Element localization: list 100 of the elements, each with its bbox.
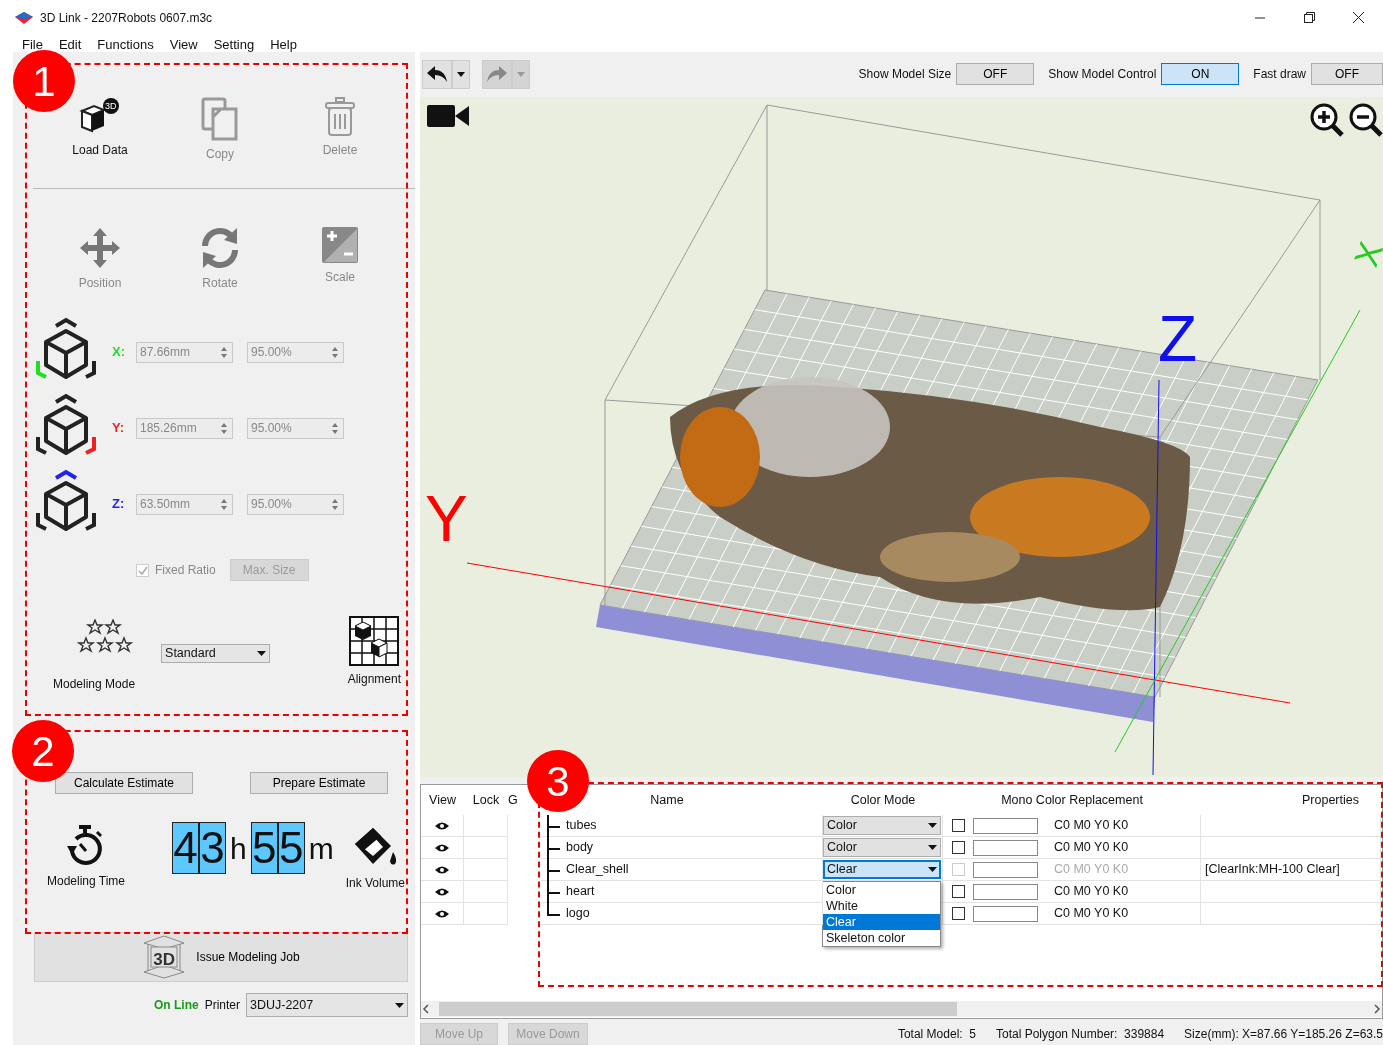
checkbox[interactable] bbox=[952, 841, 965, 855]
grid-cubes-icon bbox=[349, 616, 400, 666]
toggle-label: Fast draw bbox=[1253, 66, 1306, 84]
color-mode-dropdown[interactable]: Color bbox=[823, 838, 941, 858]
video-camera-icon[interactable] bbox=[427, 102, 469, 129]
eye-icon[interactable] bbox=[435, 821, 449, 830]
time-label: Modeling Time bbox=[46, 873, 125, 890]
object-name: heart bbox=[566, 883, 595, 901]
printer-dropdown[interactable]: 3DUJ-2207 bbox=[246, 993, 408, 1017]
cube-icon bbox=[34, 317, 98, 381]
caret-icon bbox=[928, 845, 937, 851]
undo-menu-button[interactable] bbox=[452, 59, 470, 89]
cube-icon bbox=[34, 469, 98, 533]
menu-item[interactable]: Help bbox=[262, 35, 305, 52]
digit-display: 5 bbox=[277, 822, 305, 874]
printer-cube-icon bbox=[142, 935, 187, 979]
scale-icon bbox=[321, 226, 359, 264]
issue-button[interactable]: 3D Issue Modeling Job bbox=[34, 932, 408, 982]
axis-label: Y bbox=[425, 486, 468, 551]
color-swatch[interactable] bbox=[973, 861, 1038, 878]
undo-button[interactable] bbox=[422, 59, 452, 89]
color-swatch[interactable] bbox=[973, 883, 1038, 900]
zoom-in-icon[interactable] bbox=[1310, 102, 1344, 137]
checkbox[interactable] bbox=[952, 819, 965, 833]
mode-label: Modeling Mode bbox=[53, 676, 136, 693]
scroll-right-icon[interactable] bbox=[1372, 1004, 1382, 1014]
axis-label: X bbox=[1348, 237, 1383, 271]
menu-item[interactable]: File bbox=[14, 35, 51, 52]
caret-icon bbox=[257, 651, 267, 656]
dropdown-option[interactable]: Clear bbox=[823, 914, 940, 931]
toggle-label: Show Model Control bbox=[1048, 66, 1157, 84]
eye-icon[interactable] bbox=[435, 843, 449, 852]
scroll-left-icon[interactable] bbox=[421, 1004, 431, 1014]
checkbox-label: Fixed Ratio bbox=[155, 562, 216, 579]
cmyk-value: C0 M0 Y0 K0 bbox=[1054, 839, 1129, 857]
color-swatch[interactable] bbox=[973, 817, 1038, 834]
color-swatch[interactable] bbox=[973, 905, 1038, 922]
color-swatch[interactable] bbox=[973, 839, 1038, 856]
estimate-button[interactable]: Calculate Estimate bbox=[55, 772, 193, 794]
scrollbar-thumb[interactable] bbox=[439, 1002, 957, 1016]
dropdown-option[interactable]: Color bbox=[823, 882, 940, 899]
checkbox[interactable] bbox=[952, 885, 965, 899]
status-text: Total Model: 5 bbox=[897, 1026, 976, 1043]
status-text: Size(mm): X=87.66 Y=185.26 Z=63.5 bbox=[1184, 1026, 1383, 1043]
restore-icon[interactable] bbox=[1304, 12, 1315, 23]
caret-icon bbox=[517, 71, 525, 77]
object-name: body bbox=[566, 839, 594, 857]
object-name: tubes bbox=[566, 817, 597, 835]
caret-icon bbox=[457, 71, 465, 77]
toggle-button[interactable]: OFF bbox=[1311, 63, 1383, 86]
menu-item[interactable]: Setting bbox=[205, 35, 263, 52]
zoom-out-icon[interactable] bbox=[1349, 102, 1383, 137]
icon-text: 3D bbox=[153, 949, 176, 971]
menu-item[interactable]: Edit bbox=[50, 35, 90, 52]
menu-item[interactable]: View bbox=[161, 35, 206, 52]
printer-label: Printer bbox=[204, 997, 240, 1014]
eye-icon[interactable] bbox=[435, 909, 449, 918]
column-header[interactable]: Lock bbox=[472, 790, 500, 810]
stars-icon bbox=[77, 619, 133, 655]
copy-icon bbox=[200, 97, 240, 141]
cmyk-value: C0 M0 Y0 K0 bbox=[1054, 861, 1129, 879]
column-header[interactable]: G bbox=[508, 790, 518, 810]
column-header[interactable]: Color Mode bbox=[850, 790, 916, 810]
checkbox[interactable] bbox=[952, 907, 965, 921]
digit-display: 4 bbox=[172, 822, 199, 874]
column-header[interactable]: View bbox=[429, 790, 456, 810]
estimate-button[interactable]: Prepare Estimate bbox=[250, 772, 388, 794]
object-name: logo bbox=[566, 905, 590, 923]
object-name: Clear_shell bbox=[566, 861, 629, 879]
column-header[interactable]: Properties bbox=[1302, 790, 1359, 810]
trash-icon bbox=[324, 97, 356, 137]
mode-dropdown[interactable]: Standard bbox=[161, 644, 271, 663]
ink-label: Ink Volume bbox=[345, 875, 405, 892]
menu-item[interactable]: Functions bbox=[89, 35, 162, 52]
cmyk-value: C0 M0 Y0 K0 bbox=[1054, 817, 1129, 835]
alignment-button[interactable]: Alignment bbox=[347, 616, 401, 699]
time-unit: m bbox=[308, 830, 334, 867]
eye-icon[interactable] bbox=[435, 887, 449, 896]
axis-label: X: bbox=[112, 343, 126, 362]
window-title: 3D Link - 2207Robots 0607.m3c bbox=[40, 9, 213, 27]
color-mode-dropdown[interactable]: Color bbox=[823, 816, 941, 836]
caret-icon bbox=[928, 823, 937, 829]
app-logo-icon bbox=[15, 11, 33, 24]
dropdown-option[interactable]: White bbox=[823, 898, 940, 915]
check-icon bbox=[137, 564, 148, 576]
toggle-button[interactable]: ON bbox=[1161, 63, 1240, 86]
status-text: Total Polygon Number: 339884 bbox=[996, 1026, 1165, 1043]
digit-display: 3 bbox=[199, 822, 226, 874]
column-header[interactable]: Name bbox=[650, 790, 684, 810]
close-icon[interactable] bbox=[1353, 12, 1364, 23]
table-cell: [ClearInk:MH-100 Clear] bbox=[1201, 859, 1381, 882]
redo-icon bbox=[487, 66, 507, 83]
eye-icon[interactable] bbox=[435, 865, 449, 874]
toggle-label: Show Model Size bbox=[858, 66, 952, 84]
color-mode-dropdown[interactable]: Clear bbox=[823, 860, 941, 880]
badge-text: 3D bbox=[105, 100, 117, 113]
undo-icon bbox=[427, 66, 447, 83]
toggle-button[interactable]: OFF bbox=[956, 63, 1035, 86]
column-header[interactable]: Mono Color Replacement bbox=[1001, 790, 1143, 810]
dropdown-option[interactable]: Skeleton color bbox=[823, 930, 940, 947]
